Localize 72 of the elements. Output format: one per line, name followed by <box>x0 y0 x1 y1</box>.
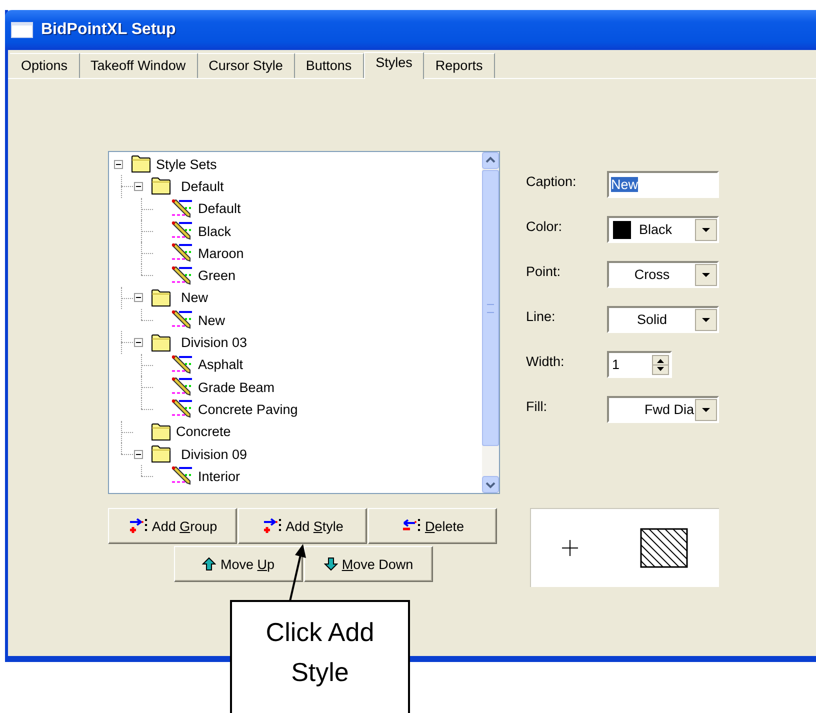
up-arrow-icon <box>202 557 216 571</box>
tree-item[interactable]: Division 03 <box>181 335 248 350</box>
tree-item[interactable]: Style Sets <box>156 156 217 172</box>
tree-item[interactable]: Concrete <box>176 424 231 440</box>
caption-field[interactable]: New <box>607 171 719 198</box>
pencil-lines-icon <box>171 266 193 286</box>
pencil-lines-icon <box>171 243 193 264</box>
pencil-lines-icon <box>171 466 193 486</box>
tree-item[interactable]: Interior <box>198 468 240 484</box>
dropdown[interactable]: Black <box>607 216 719 243</box>
folder-icon <box>151 422 171 441</box>
field-label: Color: <box>526 218 564 234</box>
tree-item[interactable]: Maroon <box>198 246 244 261</box>
field-label: Point: <box>526 263 562 279</box>
pencil-lines-icon <box>171 221 193 242</box>
scrollbar[interactable] <box>482 152 499 493</box>
pencil-lines-icon <box>171 399 193 420</box>
scroll-thumb[interactable] <box>482 170 499 446</box>
callout-text: Click Add Style <box>266 617 374 687</box>
dropdown[interactable]: Fwd Dia <box>607 396 719 423</box>
folder-icon <box>151 334 171 352</box>
field-label: Width: <box>526 353 566 369</box>
tree-item[interactable]: Asphalt <box>198 357 244 372</box>
folder-icon <box>151 288 171 307</box>
dropdown[interactable]: Solid <box>607 306 719 333</box>
tree-item[interactable]: New <box>181 290 208 306</box>
window-icon <box>11 22 33 38</box>
pencil-lines-icon <box>171 198 193 219</box>
tab[interactable]: Styles <box>364 52 424 79</box>
tree-item[interactable]: Green <box>198 268 236 284</box>
tree-item[interactable]: Concrete Paving <box>198 402 298 417</box>
collapse-toggle-icon[interactable] <box>114 160 123 169</box>
pencil-lines-icon <box>171 377 193 398</box>
down-arrow-icon <box>324 557 338 571</box>
tab[interactable]: Takeoff Window <box>80 53 198 78</box>
add-arrow-icon <box>262 518 282 534</box>
field-label: Caption: <box>526 173 578 189</box>
cross-point-icon <box>562 540 578 556</box>
collapse-toggle-icon[interactable] <box>134 182 143 191</box>
pencil-lines-icon <box>171 354 193 375</box>
tab[interactable]: Reports <box>424 53 495 78</box>
field-label: Fill: <box>526 398 548 414</box>
spin-field[interactable]: 1 <box>607 351 672 378</box>
folder-icon <box>151 445 171 463</box>
collapse-toggle-icon[interactable] <box>134 450 143 458</box>
folder-icon <box>151 177 171 196</box>
tree-item[interactable]: Default <box>181 178 224 194</box>
move-down-button[interactable]: Move Down <box>304 546 433 582</box>
tab[interactable]: Cursor Style <box>198 53 295 78</box>
dropdown[interactable]: Cross <box>607 261 719 288</box>
field-label: Line: <box>526 308 556 324</box>
hatched-rectangle-icon <box>640 528 688 568</box>
add-arrow-icon <box>128 518 148 534</box>
spinner-arrows-icon[interactable] <box>652 354 669 374</box>
pencil-lines-icon <box>171 310 193 330</box>
remove-arrow-icon <box>400 518 421 534</box>
add-style-button[interactable]: Add Style <box>238 508 367 544</box>
collapse-toggle-icon[interactable] <box>134 293 143 302</box>
tree-item[interactable]: Grade Beam <box>198 380 275 395</box>
tree-item[interactable]: Black <box>198 224 232 239</box>
add-group-button[interactable]: Add Group <box>108 508 237 544</box>
scroll-up-icon[interactable] <box>482 152 499 169</box>
collapse-toggle-icon[interactable] <box>134 338 143 348</box>
folder-icon <box>131 155 151 174</box>
scroll-down-icon[interactable] <box>482 476 499 493</box>
tree-item[interactable]: Division 09 <box>181 446 248 462</box>
delete-button[interactable]: Delete <box>368 508 497 544</box>
tree-item[interactable]: Default <box>198 201 241 216</box>
tab[interactable]: Options <box>10 53 80 78</box>
move-up-button[interactable]: Move Up <box>174 546 303 582</box>
window-title: BidPointXL Setup <box>41 21 176 39</box>
tree-item[interactable]: New <box>198 312 226 328</box>
